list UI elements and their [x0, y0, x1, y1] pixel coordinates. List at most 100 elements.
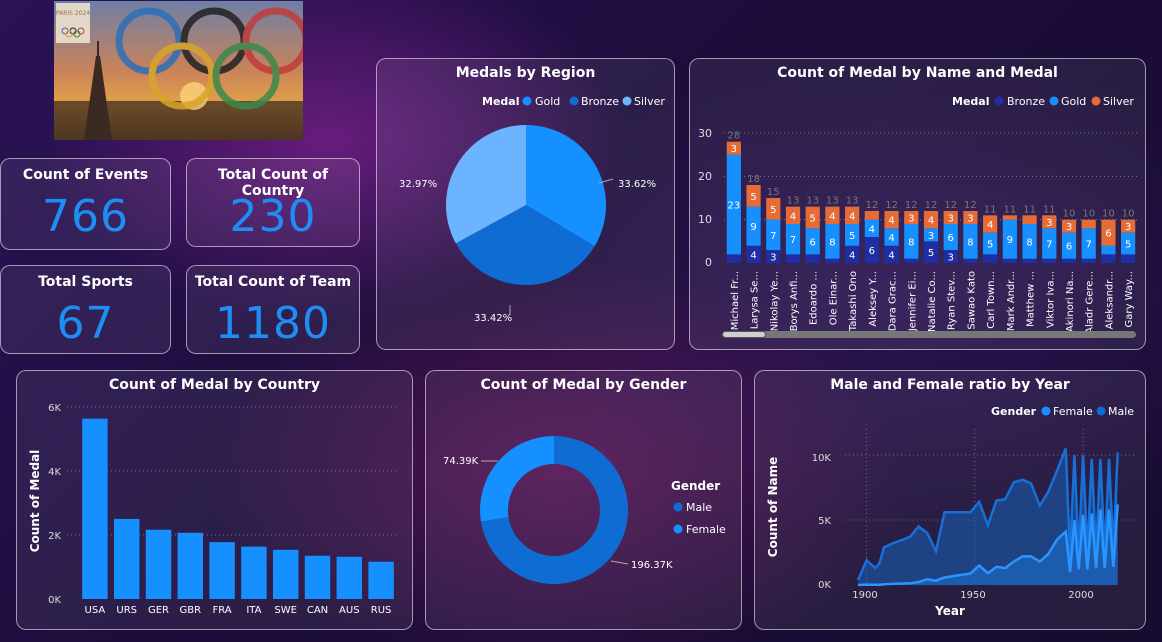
bar-segment-bronze[interactable] — [1081, 258, 1096, 263]
bar-segment-label: 7 — [1086, 240, 1092, 251]
bar-segment-label: 8 — [829, 237, 835, 248]
bar-segment-gold[interactable] — [1101, 245, 1116, 255]
bar-segment-label: 4 — [849, 250, 855, 261]
x-axis-category: GBR — [180, 605, 202, 616]
bar-segment-silver[interactable] — [1081, 219, 1096, 229]
legend-item-bronze: Bronze — [1007, 95, 1045, 108]
bar-total-label: 15 — [767, 187, 780, 198]
x-axis-category: URS — [116, 605, 137, 616]
bar-total-label: 13 — [787, 196, 800, 207]
legend-item-female: Female — [1053, 405, 1093, 418]
x-axis-label: Year — [934, 604, 965, 618]
ratio-chart-panel[interactable]: Male and Female ratio by Year Gender Fem… — [754, 370, 1146, 630]
bar-total-label: 13 — [826, 196, 839, 207]
bar-segment-label: 6 — [869, 246, 875, 257]
bar-segment-bronze[interactable] — [726, 254, 741, 263]
country-bar[interactable] — [177, 532, 204, 599]
kpi-card-countries[interactable]: Total Count of Country 230 — [186, 158, 360, 247]
bar-segment-bronze[interactable] — [825, 258, 840, 263]
pie-label-silver: 32.97% — [399, 179, 437, 190]
legend-title: Gender — [671, 479, 720, 493]
x-axis-category: Edoardo ... — [809, 271, 820, 325]
gender-donut-svg: 74.39K 196.37K Gender Male Female — [443, 436, 726, 584]
country-bar[interactable] — [304, 555, 331, 599]
gender-chart-panel[interactable]: Count of Medal by Gender 74.39K 196.37K … — [425, 370, 742, 630]
bar-segment-label: 4 — [750, 250, 756, 261]
bar-total-label: 11 — [1043, 204, 1056, 215]
region-pie-svg: Medal Gold Bronze Silver 33.62% 33.42% 3… — [399, 95, 665, 324]
bar-segment-bronze[interactable] — [1101, 254, 1116, 263]
bar-segment-bronze[interactable] — [1121, 254, 1136, 263]
y-tick: 0K — [48, 595, 61, 606]
kpi-value: 766 — [42, 191, 129, 242]
bar-segment-label: 7 — [770, 231, 776, 242]
scrollbar-thumb[interactable] — [722, 331, 766, 338]
legend-item-gold: Gold — [535, 95, 560, 108]
y-tick: 10 — [698, 213, 712, 226]
donut-slices — [480, 436, 628, 584]
bar-segment-bronze[interactable] — [963, 258, 978, 263]
bar-total-label: 10 — [1082, 209, 1095, 220]
legend-item-female: Female — [686, 523, 726, 536]
bar-total-label: 12 — [865, 200, 878, 211]
country-bar[interactable] — [209, 542, 235, 599]
bar-segment-label: 4 — [829, 211, 835, 222]
x-axis-category: Aleksandr... — [1104, 271, 1115, 329]
name-medal-chart-panel[interactable]: Count of Medal by Name and Medal Medal B… — [689, 58, 1146, 350]
x-axis-category: ITA — [246, 605, 261, 616]
bar-segment-silver[interactable] — [1022, 215, 1037, 224]
bar-total-label: 11 — [1023, 204, 1036, 215]
bar-segment-label: 4 — [888, 233, 894, 244]
y-tick: 6K — [48, 403, 61, 414]
bar-segment-bronze[interactable] — [1061, 258, 1077, 263]
legend-marker-male — [673, 502, 683, 512]
country-bar[interactable] — [113, 518, 140, 599]
x-axis-category: Aladr Gere... — [1085, 271, 1096, 334]
country-bar[interactable] — [145, 529, 172, 599]
country-bar[interactable] — [336, 556, 363, 599]
x-axis-category: Michael Fr... — [730, 271, 741, 330]
bar-segment-label: 8 — [908, 237, 914, 248]
y-axis-label: Count of Medal — [28, 450, 42, 553]
bar-segment-bronze[interactable] — [805, 254, 820, 263]
bar-total-label: 12 — [944, 200, 957, 211]
x-axis-category: Gary Way... — [1124, 271, 1135, 328]
bar-segment-label: 3 — [731, 144, 737, 155]
country-bar[interactable] — [241, 546, 267, 599]
bar-segment-label: 5 — [849, 231, 855, 242]
bar-segment-label: 5 — [750, 192, 756, 203]
bar-total-label: 12 — [885, 200, 898, 211]
kpi-card-teams[interactable]: Total Count of Team 1180 — [186, 265, 360, 354]
legend-marker-bronze — [994, 96, 1004, 106]
logo-text: PARIS 2024 — [56, 10, 90, 17]
bar-segment-label: 4 — [888, 250, 894, 261]
horizontal-scrollbar[interactable] — [722, 331, 1136, 338]
bar-total-label: 12 — [925, 200, 938, 211]
bar-segment-bronze[interactable] — [1042, 258, 1057, 263]
donut-slice-female[interactable] — [480, 436, 554, 522]
country-bar[interactable] — [82, 418, 108, 599]
y-tick: 5K — [818, 516, 831, 527]
bar-segment-label: 5 — [928, 248, 934, 259]
bar-segment-bronze[interactable] — [983, 254, 998, 263]
bar-segment-bronze[interactable] — [1002, 258, 1017, 263]
country-bar[interactable] — [272, 549, 299, 599]
bar-segment-silver[interactable] — [1002, 215, 1017, 220]
bar-segment-silver[interactable] — [864, 211, 879, 220]
bar-segment-bronze[interactable] — [1022, 258, 1037, 263]
legend-marker-silver — [1091, 96, 1101, 106]
kpi-card-events[interactable]: Count of Events 766 — [0, 158, 171, 250]
country-chart-panel[interactable]: Count of Medal by Country Count of Medal… — [16, 370, 413, 630]
x-axis-category: Jennifer Ei... — [907, 271, 918, 332]
legend-item-gold: Gold — [1061, 95, 1086, 108]
bar-segment-label: 4 — [888, 216, 894, 227]
bar-segment-bronze[interactable] — [785, 254, 801, 263]
region-chart-panel[interactable]: Medals by Region Medal Gold Bronze Silve… — [376, 58, 675, 350]
country-bar[interactable] — [368, 561, 394, 599]
kpi-card-sports[interactable]: Total Sports 67 — [0, 265, 171, 354]
legend-item-male: Male — [1108, 405, 1134, 418]
bar-segment-label: 3 — [908, 214, 914, 225]
legend-item-male: Male — [686, 501, 712, 514]
bar-segment-bronze[interactable] — [904, 258, 919, 263]
x-axis-category: Nikolay Ye... — [769, 271, 780, 331]
